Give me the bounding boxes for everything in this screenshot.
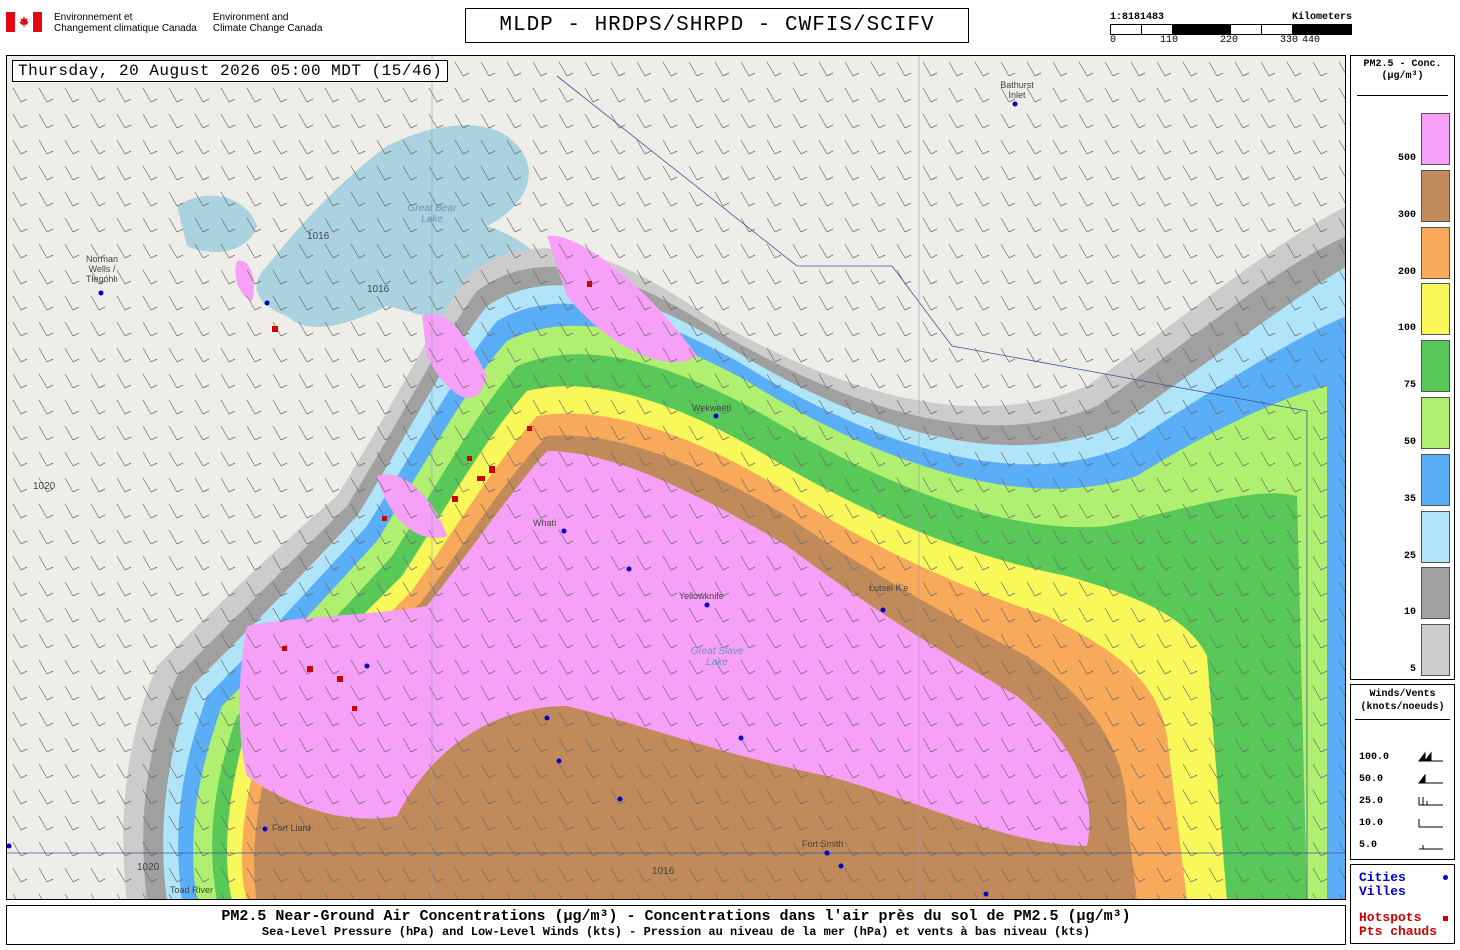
place-label: Norman Wells / Tłegóhłı [85,254,119,284]
wind-barbs [7,56,1345,899]
gov-name-en: Environment and Climate Change Canada [213,12,323,34]
legend-swatch-label: 200 [1397,266,1416,278]
map-layers [7,56,1345,899]
legend-swatch [1421,283,1450,336]
scale-bar: 1:8181483 Kilometers 0 110 220 330 440 [1110,12,1352,47]
wind-level: 100.0 [1359,752,1390,763]
place-label: Fort Liard [272,823,311,833]
wind-legend-unit: (knots/noeuds) [1360,702,1445,713]
wind-legend-title: Winds/Vents [1369,689,1436,700]
hotspots-key: Hotspots Pts chauds [1359,911,1437,939]
place-label: Bathurst Inlet [1000,80,1034,100]
city-marker-icon [1443,875,1448,880]
gov-fr-line2: Changement climatique Canada [54,23,197,34]
wind-level: 50.0 [1359,774,1384,785]
map-title: MLDP - HRDPS/SHRPD - CWFIS/SCIFV [465,8,969,43]
concentration-legend: PM2.5 - Conc. (µg/m³) 500 300 200 100 75 50 35… [1350,55,1455,680]
legend-swatch-label: 75 [1403,380,1416,392]
place-label: Łutsel K'e [869,583,909,593]
legend-swatch [1421,510,1450,563]
legend-swatch-label: 100 [1397,323,1416,335]
scale-tick: 440 [1302,35,1321,46]
map-timestamp: Thursday, 20 August 2026 05:00 MDT (15/4… [12,60,449,82]
government-logo: Environnement et Changement climatique C… [6,12,338,36]
cities-key: Cities Villes [1359,871,1406,899]
map-caption: PM2.5 Near-Ground Air Concentrations (µg… [6,905,1346,945]
map-canvas[interactable]: Thursday, 20 August 2026 05:00 MDT (15/4… [6,55,1346,900]
conc-legend-unit: (µg/m³) [1381,71,1424,82]
gov-en-line1: Environment and [212,12,289,23]
isobar-label: 1016 [652,866,675,877]
lake-label: Great Slave Lake [690,646,744,668]
legend-swatch [1421,453,1450,506]
wind-level: 5.0 [1359,840,1378,851]
hotspots-label-en: Hotspots [1359,910,1422,925]
hotspot-marker-icon [1443,916,1448,921]
marker-legend: Cities Villes Hotspots Pts chauds [1350,864,1455,944]
wind-level: 10.0 [1359,818,1384,829]
caption-line1: PM2.5 Near-Ground Air Concentrations (µg… [221,908,1131,925]
legend-swatch [1421,397,1450,449]
wind-legend: Winds/Vents (knots/noeuds) 100.0 50.0 25… [1350,684,1455,860]
place-label: Yellowknife [679,591,724,601]
legend-swatch [1421,340,1450,393]
conc-legend-title: PM2.5 - Conc. [1363,59,1442,70]
hotspots-label-fr: Pts chauds [1359,924,1438,939]
isobar-label: 1020 [33,481,56,492]
legend-swatch [1421,567,1450,620]
legend-swatch [1421,113,1450,165]
scale-ratio: 1:8181483 [1110,12,1165,23]
legend-swatch-label: 25 [1403,550,1416,562]
scale-tick: 330 [1280,35,1299,46]
wind-barb-icons [1418,751,1443,850]
place-label: Toad River [170,885,214,895]
legend-swatch-label: 5 [1409,664,1416,676]
place-label: Whatì [533,518,557,528]
scale-tick: 220 [1220,35,1239,46]
gov-en-line2: Climate Change Canada [212,23,323,34]
isobar-label: 1016 [307,231,330,242]
legend-swatch-label: 50 [1403,437,1416,448]
isobar-label: 1016 [367,284,390,295]
gov-fr-line1: Environnement et [54,12,133,23]
canada-flag-icon [6,12,42,32]
legend-swatch-label: 10 [1403,607,1416,619]
legend-swatch-label: 35 [1403,493,1416,505]
scale-tick: 110 [1160,35,1179,46]
isobar-label: 1020 [137,862,160,873]
scale-tick: 0 [1110,35,1117,46]
place-label: Wekweètì [692,403,732,413]
legend-swatch-label: 300 [1397,209,1416,221]
cities-label-en: Cities [1359,870,1406,885]
legend-swatch [1421,169,1450,222]
scale-bar-graphic [1110,24,1352,35]
wind-level: 25.0 [1359,796,1384,807]
caption-line2: Sea-Level Pressure (hPa) and Low-Level W… [261,925,1091,939]
legend-swatch [1421,226,1450,279]
legend-swatch-label: 500 [1397,153,1416,164]
lake-label: Great Bear Lake [407,203,457,225]
scale-unit: Kilometers [1291,12,1352,23]
legend-swatch [1421,624,1450,677]
cities-label-fr: Villes [1359,884,1406,899]
place-label: Fort Smith [802,839,844,849]
gov-name-fr: Environnement et Changement climatique C… [54,12,197,34]
